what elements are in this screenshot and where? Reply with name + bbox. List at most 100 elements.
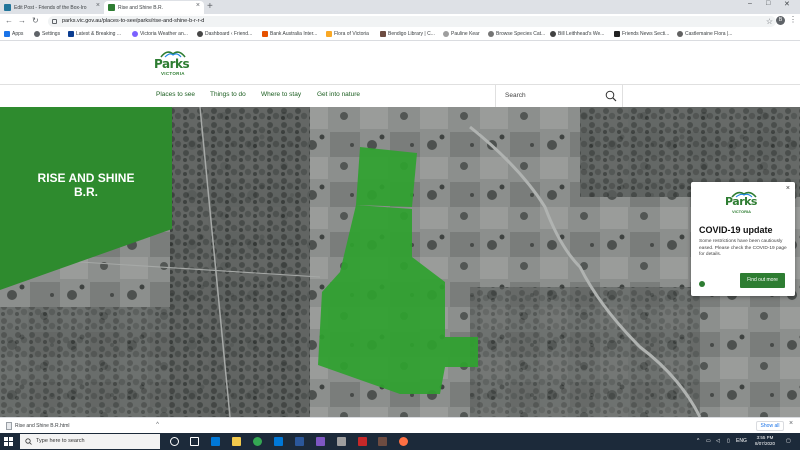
tab-rise-and-shine[interactable]: Rise and Shine B.R. × [104,1,204,14]
find-out-more-button[interactable]: Find out more [740,273,785,288]
menu-get-into-nature[interactable]: Get into nature [317,91,360,98]
bookmark-browse-species[interactable]: Browse Species Cat... [488,31,545,37]
window-close-icon[interactable]: ✕ [784,0,790,8]
apps-grid-icon [4,31,10,37]
search-placeholder: Search [505,92,526,99]
file-icon [6,422,12,430]
bookmark-castlemaine-flora[interactable]: Castlemaine Flora |... [677,31,732,37]
wordpress-favicon-icon [4,4,11,11]
address-bar[interactable]: parks.vic.gov.au/places-to-see/parks/ris… [48,16,776,27]
taskbar-search-placeholder: Type here to search [36,438,85,444]
word-icon[interactable] [295,437,304,446]
popup-parks-logo: Parks VICTORIA [724,190,764,216]
bookmark-label: Browse Species Cat... [496,31,546,37]
edge-icon[interactable] [211,437,220,446]
chrome-icon[interactable] [253,437,262,446]
profile-avatar[interactable]: B [776,16,785,25]
bookmark-label: Dashboard ‹ Friend... [205,31,253,37]
site-header: Parks VICTORIA Places to see Things to d… [0,41,800,107]
clock-date: 8/07/2020 [754,441,776,446]
web-icon [550,31,556,37]
back-arrow-icon[interactable]: ← [5,16,13,25]
search-icon[interactable] [605,90,617,102]
network-icon[interactable]: ▭ [706,438,711,444]
bookmark-label: Bill Leithhead's We... [558,31,605,37]
app-icon[interactable] [378,437,387,446]
bookmark-label: Bank Australia Inter... [270,31,318,37]
screen: Edit Post - Friends of the Box-Iro × Ris… [0,0,800,450]
windows-taskbar: Type here to search ^ ▭ ◁ ▯ ENG 3:55 PM … [0,433,800,450]
menu-where-to-stay[interactable]: Where to stay [261,91,301,98]
bookmark-friends-news[interactable]: Friends News Secti... [614,31,669,37]
notification-icon[interactable]: ▢ [786,438,791,444]
bookmark-settings[interactable]: Settings [34,31,60,37]
windows-start-icon[interactable] [4,437,13,446]
popup-heading: COVID-19 update [699,225,773,235]
browser-menu-icon[interactable]: ⋮ [789,15,797,24]
bookmark-flora-victoria[interactable]: Flora of Victoria [326,31,369,37]
bookmark-bill-leithhead[interactable]: Bill Leithhead's We... [550,31,604,37]
app-icon[interactable] [358,437,367,446]
app-icon[interactable] [337,437,346,446]
logo-subtitle: VICTORIA [161,71,185,76]
species-icon [488,31,494,37]
popup-close-button[interactable]: × [786,185,790,192]
logo-subtitle: VICTORIA [732,209,752,214]
bookmark-pauline-kear[interactable]: Pauline Kear [443,31,480,37]
menu-things-to-do[interactable]: Things to do [210,91,246,98]
parks-favicon-icon [108,4,115,11]
bookmark-label: Apps [12,31,24,37]
chevron-up-icon[interactable]: ^ [156,422,159,428]
bookmark-label: Victoria Weather an... [140,31,188,37]
wordpress-icon [197,31,203,37]
tab-edit-post[interactable]: Edit Post - Friends of the Box-Iro × [0,1,104,14]
tab-close-icon[interactable]: × [96,2,100,9]
bookmark-bendigo-library[interactable]: Bendigo Library | C... [380,31,435,37]
bookmark-label: Bendigo Library | C... [388,31,435,37]
taskbar-search-input[interactable]: Type here to search [20,434,160,449]
tray-chevron-icon[interactable]: ^ [697,438,699,444]
language-indicator[interactable]: ENG [736,438,747,444]
aerial-map-image [0,107,800,417]
downloads-close-icon[interactable]: × [789,420,793,427]
forward-arrow-icon[interactable]: → [18,16,26,25]
header-divider [0,84,800,85]
download-item[interactable]: Rise and Shine B.R.html ^ [3,420,163,432]
bookmarks-bar: Apps Settings Latest & Breaking ... Vict… [0,29,800,41]
volume-icon[interactable]: ◁ [716,438,720,444]
store-icon[interactable] [274,437,283,446]
bookmark-label: Pauline Kear [451,31,480,37]
bookmark-dashboard[interactable]: Dashboard ‹ Friend... [197,31,252,37]
new-tab-button[interactable]: + [207,1,213,12]
browser-toolbar: ← → ↻ parks.vic.gov.au/places-to-see/par… [0,14,800,29]
tab-label: Edit Post - Friends of the Box-Iro [14,4,87,11]
site-search-input[interactable]: Search [495,85,623,107]
bookmark-latest-breaking[interactable]: Latest & Breaking ... [68,31,121,37]
show-all-button[interactable]: Show all [756,421,784,431]
parks-victoria-logo[interactable]: Parks VICTORIA [152,49,192,79]
hero-title: RISE AND SHINE B.R. [0,171,172,199]
maximize-icon[interactable]: □ [766,0,770,7]
bookmark-bank-australia[interactable]: Bank Australia Inter... [262,31,317,37]
tab-close-icon[interactable]: × [196,2,200,9]
lock-icon [52,19,57,24]
tab-label: Rise and Shine B.R. [118,4,164,11]
logo-word: Parks [725,195,757,208]
search-icon [25,438,32,445]
bookmark-victoria-weather[interactable]: Victoria Weather an... [132,31,188,37]
task-view-icon[interactable] [190,437,199,446]
popup-indicator-icon [699,281,705,287]
reload-icon[interactable]: ↻ [32,16,39,25]
minimize-icon[interactable]: – [748,0,752,7]
gear-icon [34,31,40,37]
bookmark-apps[interactable]: Apps [4,31,23,37]
battery-icon[interactable]: ▯ [727,438,730,444]
file-explorer-icon[interactable] [232,437,241,446]
taskbar-clock[interactable]: 3:55 PM 8/07/2020 [752,435,778,447]
news-icon [614,31,620,37]
firefox-icon[interactable] [399,437,408,446]
menu-places-to-see[interactable]: Places to see [156,91,195,98]
bookmark-star-icon[interactable]: ☆ [766,16,773,27]
cortana-icon[interactable] [170,437,179,446]
app-icon[interactable] [316,437,325,446]
